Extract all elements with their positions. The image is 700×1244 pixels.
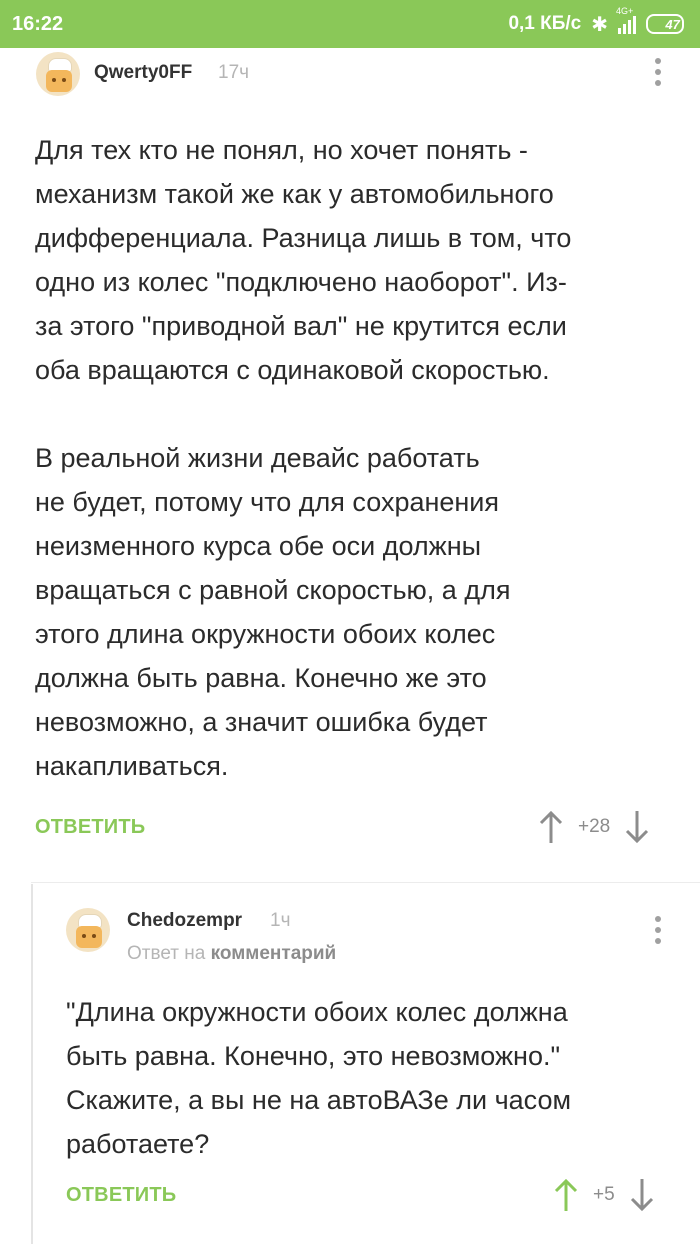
comment-text-line: неизменного курса обе оси должны — [35, 531, 482, 561]
reply-button[interactable]: ОТВЕТИТЬ — [35, 816, 145, 839]
comment-text-line: Для тех кто не понял, но хочет понять - — [35, 135, 528, 165]
comment-text-line: Скажите, а вы не на автоВАЗе ли часом — [66, 1085, 572, 1115]
more-options-icon[interactable] — [653, 916, 663, 944]
comment-paragraph: В реальной жизни девайс работать не будет… — [35, 436, 685, 788]
comment-text-line: одно из колес "подключено наоборот". Из- — [35, 267, 567, 297]
reply-to-target[interactable]: комментарий — [211, 943, 337, 964]
battery-level: 47 — [665, 16, 680, 32]
network-type: 4G+ — [616, 6, 634, 16]
comment-text-line: за этого "приводной вал" не крутится есл… — [35, 311, 567, 341]
comment-rating: +5 — [593, 1184, 615, 1205]
comment-text-line: быть равна. Конечно, это невозможно." — [66, 1041, 561, 1071]
battery-icon: 47 — [646, 14, 684, 34]
divider — [31, 882, 700, 883]
reply-button[interactable]: ОТВЕТИТЬ — [66, 1184, 176, 1207]
reply-to-prefix: Ответ на — [127, 943, 206, 964]
comment-username[interactable]: Qwerty0FF — [94, 62, 192, 84]
comment-text-line: оба вращаются с одинаковой скоростью. — [35, 355, 550, 385]
downvote-icon[interactable] — [624, 810, 650, 844]
thread-line — [31, 884, 33, 1244]
comment-text-line: механизм такой же как у автомобильного — [35, 179, 554, 209]
status-time: 16:22 — [12, 12, 64, 35]
more-options-icon[interactable] — [653, 58, 663, 86]
vote-controls: +5 — [553, 1178, 655, 1212]
comment-time: 1ч — [270, 910, 291, 931]
signal-icon: 4G+ — [616, 6, 636, 34]
avatar[interactable] — [36, 52, 80, 96]
comment-text-line: дифференциала. Разница лишь в том, что — [35, 223, 572, 253]
comment-time: 17ч — [218, 62, 250, 83]
avatar[interactable] — [66, 908, 110, 952]
comment-text-line: "Длина окружности обоих колес должна — [66, 997, 568, 1027]
comment-text-line: накапливаться. — [35, 751, 229, 781]
network-speed: 0,1 КБ/с — [508, 13, 582, 34]
reply-to-label[interactable]: Ответ на комментарий — [127, 943, 336, 965]
comment-text-line: вращаться с равной скоростью, а для — [35, 575, 511, 605]
comment-text-line: не будет, потому что для сохранения — [35, 487, 500, 517]
status-bar: 16:22 0,1 КБ/с ✱ 4G+ 47 — [0, 0, 700, 48]
status-icons: 0,1 КБ/с ✱ 4G+ 47 — [508, 6, 684, 37]
comment-username[interactable]: Chedozempr — [127, 910, 242, 932]
upvote-icon[interactable] — [538, 810, 564, 844]
comment-rating: +28 — [578, 816, 611, 837]
comment-text-line: должна быть равна. Конечно же это — [35, 663, 487, 693]
comment-text-line: работаете? — [66, 1129, 210, 1159]
vote-controls: +28 — [538, 810, 650, 844]
comment-paragraph: Для тех кто не понял, но хочет понять - м… — [35, 128, 685, 392]
upvote-icon[interactable] — [553, 1178, 579, 1212]
bluetooth-icon: ✱ — [591, 13, 608, 36]
comment-body: Для тех кто не понял, но хочет понять - м… — [35, 128, 685, 788]
comment-body: "Длина окружности обоих колес должна быть… — [66, 990, 696, 1166]
downvote-icon[interactable] — [629, 1178, 655, 1212]
comment-text-line: этого длина окружности обоих колес — [35, 619, 496, 649]
comment-text-line: невозможно, а значит ошибка будет — [35, 707, 488, 737]
comment-text-line: В реальной жизни девайс работать — [35, 443, 480, 473]
